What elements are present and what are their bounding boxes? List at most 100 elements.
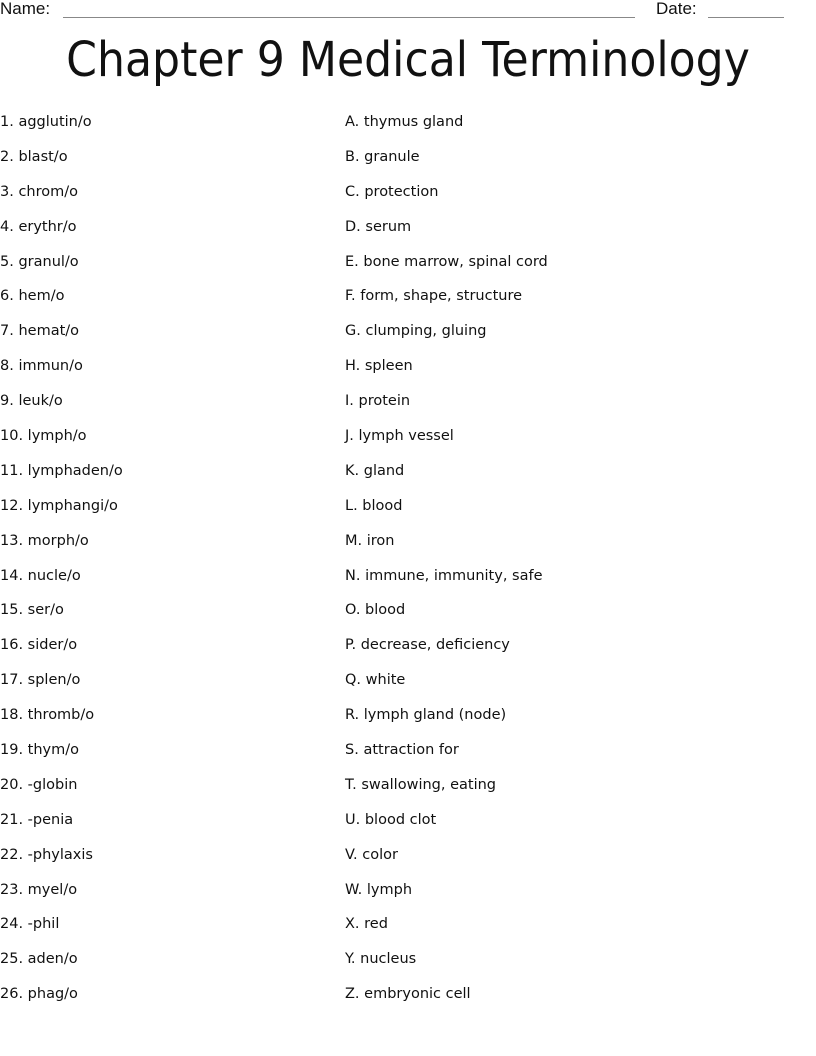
definition-item: Y. nucleus bbox=[345, 949, 548, 984]
definition-letter: C. bbox=[345, 183, 360, 200]
term-item: 12. lymphangi/o bbox=[0, 496, 123, 531]
definitions-list: A. thymus gland B. granule C. protection D.… bbox=[345, 112, 548, 1019]
definition-item: A. thymus gland bbox=[345, 112, 548, 147]
definition-item: F. form, shape, structure bbox=[345, 286, 548, 321]
definition-item: B. granule bbox=[345, 147, 548, 182]
definition-item: G. clumping, gluing bbox=[345, 321, 548, 356]
term-text: aden/o bbox=[27, 951, 78, 968]
term-item: 25. aden/o bbox=[0, 949, 123, 984]
term-number: 2. bbox=[0, 148, 14, 165]
definition-item: J. lymph vessel bbox=[345, 426, 548, 461]
name-blank-line bbox=[63, 17, 635, 18]
definition-item: U. blood clot bbox=[345, 810, 548, 845]
definition-text: blood clot bbox=[364, 811, 437, 828]
definition-text: red bbox=[364, 916, 388, 933]
definition-text: form, shape, structure bbox=[360, 288, 523, 305]
term-text: thym/o bbox=[27, 742, 80, 759]
term-item: 14. nucle/o bbox=[0, 566, 123, 601]
term-item: 5. granul/o bbox=[0, 252, 123, 287]
definition-text: protection bbox=[364, 183, 439, 200]
definition-text: spleen bbox=[364, 358, 413, 375]
definition-text: blood bbox=[362, 497, 403, 514]
term-text: -globin bbox=[27, 776, 78, 793]
definition-letter: Q. bbox=[345, 672, 362, 689]
definition-text: decrease, deficiency bbox=[360, 637, 510, 654]
definition-letter: R. bbox=[345, 707, 360, 724]
term-text: lymphangi/o bbox=[27, 497, 118, 514]
term-number: 3. bbox=[0, 183, 14, 200]
term-number: 25. bbox=[0, 951, 24, 968]
term-item: 24. -phil bbox=[0, 914, 123, 949]
term-item: 3. chrom/o bbox=[0, 182, 123, 217]
definition-item: H. spleen bbox=[345, 356, 548, 391]
term-text: myel/o bbox=[27, 881, 78, 898]
term-number: 19. bbox=[0, 742, 24, 759]
definition-item: C. protection bbox=[345, 182, 548, 217]
definition-text: immune, immunity, safe bbox=[365, 567, 543, 584]
term-item: 18. thromb/o bbox=[0, 705, 123, 740]
definition-text: white bbox=[365, 672, 406, 689]
definition-letter: J. bbox=[345, 428, 354, 445]
definition-item: K. gland bbox=[345, 461, 548, 496]
definition-text: embryonic cell bbox=[364, 986, 471, 1003]
definition-text: clumping, gluing bbox=[365, 323, 487, 340]
definition-letter: N. bbox=[345, 567, 361, 584]
term-text: hem/o bbox=[18, 288, 65, 305]
definition-letter: I. bbox=[345, 393, 354, 410]
term-text: ser/o bbox=[27, 602, 64, 619]
definition-item: V. color bbox=[345, 845, 548, 880]
term-text: morph/o bbox=[27, 532, 89, 549]
term-number: 1. bbox=[0, 114, 14, 130]
term-number: 9. bbox=[0, 393, 14, 410]
definition-item: T. swallowing, eating bbox=[345, 775, 548, 810]
term-text: nucle/o bbox=[27, 567, 81, 584]
term-number: 4. bbox=[0, 218, 14, 235]
definition-letter: W. bbox=[345, 881, 363, 898]
term-number: 7. bbox=[0, 323, 14, 340]
worksheet-title: Chapter 9 Medical Terminology bbox=[66, 32, 750, 88]
term-text: -penia bbox=[27, 811, 74, 828]
term-item: 1. agglutin/o bbox=[0, 112, 123, 147]
term-number: 6. bbox=[0, 288, 14, 305]
definition-item: D. serum bbox=[345, 217, 548, 252]
definition-text: lymph gland (node) bbox=[363, 707, 507, 724]
term-number: 24. bbox=[0, 916, 24, 933]
definition-letter: U. bbox=[345, 811, 361, 828]
definition-letter: S. bbox=[345, 742, 359, 759]
definition-item: I. protein bbox=[345, 391, 548, 426]
definition-letter: T. bbox=[345, 776, 357, 793]
definition-text: bone marrow, spinal cord bbox=[363, 253, 548, 270]
term-item: 16. sider/o bbox=[0, 635, 123, 670]
definition-text: lymph vessel bbox=[358, 428, 454, 445]
term-text: -phylaxis bbox=[27, 846, 93, 863]
term-item: 17. splen/o bbox=[0, 670, 123, 705]
definition-item: O. blood bbox=[345, 600, 548, 635]
definition-text: gland bbox=[363, 462, 405, 479]
term-text: agglutin/o bbox=[18, 114, 92, 130]
term-number: 26. bbox=[0, 986, 24, 1003]
date-label: Date: bbox=[656, 0, 697, 18]
term-text: splen/o bbox=[27, 672, 81, 689]
definition-letter: F. bbox=[345, 288, 356, 305]
term-item: 9. leuk/o bbox=[0, 391, 123, 426]
definition-letter: L. bbox=[345, 497, 358, 514]
term-item: 8. immun/o bbox=[0, 356, 123, 391]
term-number: 23. bbox=[0, 881, 24, 898]
definition-letter: D. bbox=[345, 218, 361, 235]
term-number: 17. bbox=[0, 672, 24, 689]
term-number: 22. bbox=[0, 846, 24, 863]
definition-letter: B. bbox=[345, 148, 360, 165]
term-item: 13. morph/o bbox=[0, 531, 123, 566]
term-number: 11. bbox=[0, 462, 24, 479]
date-blank-line bbox=[708, 17, 784, 18]
term-text: hemat/o bbox=[18, 323, 80, 340]
definition-text: serum bbox=[365, 218, 412, 235]
definition-letter: M. bbox=[345, 532, 363, 549]
definition-item: E. bone marrow, spinal cord bbox=[345, 252, 548, 287]
term-item: 7. hemat/o bbox=[0, 321, 123, 356]
name-label: Name: bbox=[0, 0, 51, 18]
definition-letter: K. bbox=[345, 462, 360, 479]
term-text: lymphaden/o bbox=[27, 462, 123, 479]
definition-text: protein bbox=[358, 393, 411, 410]
definition-item: Z. embryonic cell bbox=[345, 984, 548, 1019]
